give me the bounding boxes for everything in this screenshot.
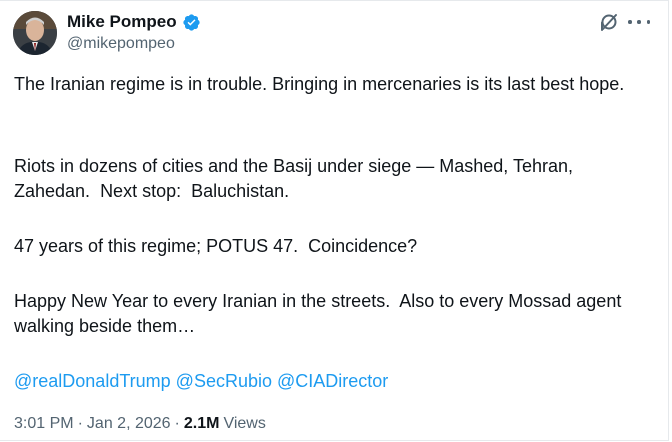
- more-dot-icon: [646, 20, 650, 24]
- author-name-row: Mike Pompeo: [67, 11, 201, 33]
- tweet-paragraph: The Iranian regime is in trouble. Bringi…: [14, 74, 625, 94]
- tweet-time[interactable]: 3:01 PM: [14, 414, 74, 434]
- tweet-meta: 3:01 PM · Jan 2, 2026 · 2.1M Views: [14, 414, 266, 434]
- tweet-date[interactable]: Jan 2, 2026: [87, 414, 171, 434]
- avatar-image: [13, 11, 57, 55]
- mention-link[interactable]: @realDonaldTrump: [14, 369, 171, 394]
- verified-badge-icon: [182, 13, 200, 31]
- grok-icon[interactable]: [599, 12, 619, 32]
- views-label: Views: [223, 415, 266, 432]
- more-dot-icon: [628, 20, 632, 24]
- tweet-card: Mike Pompeo @mikepompeo The Iranian regi…: [0, 0, 669, 441]
- meta-separator: ·: [77, 415, 83, 432]
- tweet-paragraph: Riots in dozens of cities and the Basij …: [14, 156, 578, 201]
- more-options-icon[interactable]: [628, 14, 650, 30]
- tweet-paragraph: Happy New Year to every Iranian in the s…: [14, 291, 627, 336]
- author-handle[interactable]: @mikepompeo: [67, 34, 175, 54]
- tweet-paragraph: 47 years of this regime; POTUS 47. Coinc…: [14, 236, 418, 256]
- views-count: 2.1M: [183, 415, 220, 432]
- mentions-row: @realDonaldTrump @SecRubio @CIADirector: [14, 369, 388, 394]
- meta-separator: ·: [174, 415, 180, 432]
- avatar[interactable]: [13, 11, 57, 55]
- mention-link[interactable]: @SecRubio: [176, 369, 272, 394]
- mention-link[interactable]: @CIADirector: [277, 369, 388, 394]
- author-name[interactable]: Mike Pompeo: [67, 11, 177, 33]
- more-dot-icon: [637, 20, 641, 24]
